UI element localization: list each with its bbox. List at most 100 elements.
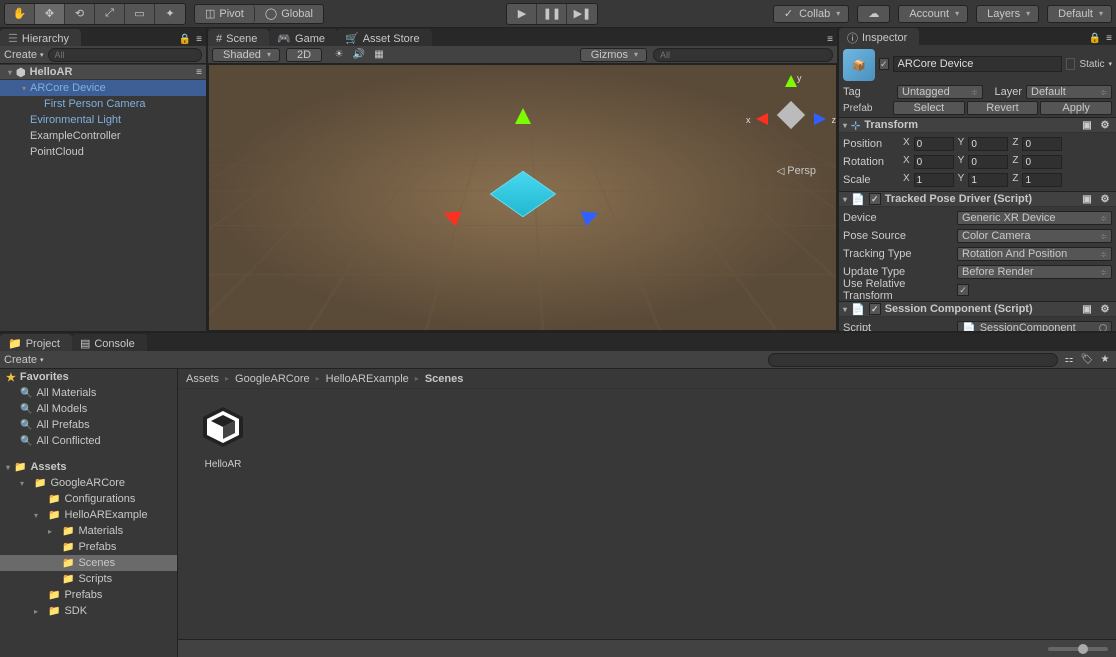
favorite-icon[interactable]: ★ <box>1098 353 1112 367</box>
tracking-type-dropdown[interactable]: Rotation And Position <box>957 247 1112 261</box>
session-component-header[interactable]: ▾ 📄 ✓ Session Component (Script) ▣ ⚙ <box>839 301 1116 317</box>
scale-y-input[interactable] <box>968 173 1008 187</box>
project-tree-item[interactable]: 📁Configurations <box>0 491 177 507</box>
play-button[interactable]: ▶ <box>507 4 537 24</box>
script-field[interactable]: 📄SessionComponent <box>957 321 1112 331</box>
hierarchy-create-dropdown[interactable]: Create <box>4 49 44 61</box>
expand-arrow[interactable]: ▸ <box>34 607 44 616</box>
transform-tool[interactable]: ✦ <box>155 4 185 24</box>
help-icon[interactable]: ▣ <box>1080 302 1094 316</box>
device-dropdown[interactable]: Generic XR Device <box>957 211 1112 225</box>
fx-icon[interactable]: ▦ <box>372 48 386 62</box>
prefab-apply-button[interactable]: Apply <box>1040 101 1112 115</box>
hierarchy-item[interactable]: First Person Camera <box>0 96 206 112</box>
object-picker-icon[interactable] <box>1099 324 1107 331</box>
scene-row[interactable]: ▾⬢HelloAR≡ <box>0 64 206 80</box>
rotation-y-input[interactable] <box>968 155 1008 169</box>
tpd-component-header[interactable]: ▾ 📄 ✓ Tracked Pose Driver (Script) ▣ ⚙ <box>839 191 1116 207</box>
orientation-gizmo[interactable]: y x z <box>756 75 826 155</box>
tab-inspector[interactable]: ⓘInspector <box>839 28 919 45</box>
step-button[interactable]: ▶❚ <box>567 4 597 24</box>
project-tree-item[interactable]: ▸📁Materials <box>0 523 177 539</box>
position-x-input[interactable] <box>914 137 954 151</box>
transform-component-header[interactable]: ▾ ⊹ Transform ▣ ⚙ <box>839 117 1116 133</box>
label-icon[interactable]: 🏷 <box>1080 353 1094 367</box>
scale-x-input[interactable] <box>914 173 954 187</box>
layers-dropdown[interactable]: Layers <box>976 5 1039 23</box>
scene-asset[interactable]: HelloAR <box>188 399 258 470</box>
scale-tool[interactable]: ⤢ <box>95 4 125 24</box>
help-icon[interactable]: ▣ <box>1080 118 1094 132</box>
inspector-context-icon[interactable]: ≡ <box>1102 31 1116 45</box>
project-tree-item[interactable]: 📁Prefabs <box>0 539 177 555</box>
scene-view[interactable]: y x z ◁ Persp <box>208 64 837 331</box>
audio-icon[interactable]: 🔊 <box>352 48 366 62</box>
favorite-item[interactable]: 🔍All Materials <box>0 385 177 401</box>
gizmo-x-cone[interactable] <box>756 113 768 125</box>
expand-arrow[interactable]: ▸ <box>48 527 58 536</box>
favorite-item[interactable]: 🔍All Prefabs <box>0 417 177 433</box>
position-z-input[interactable] <box>1022 137 1062 151</box>
session-enabled-checkbox[interactable]: ✓ <box>869 303 881 315</box>
static-checkbox[interactable] <box>1066 58 1075 70</box>
project-tree-item[interactable]: 📁Scenes <box>0 555 177 571</box>
breadcrumb-item[interactable]: Assets <box>186 373 219 385</box>
gear-icon[interactable]: ⚙ <box>1098 302 1112 316</box>
hierarchy-item[interactable]: ExampleController <box>0 128 206 144</box>
layer-dropdown[interactable]: Default <box>1026 85 1112 99</box>
hand-tool[interactable]: ✋ <box>5 4 35 24</box>
collab-dropdown[interactable]: ✓Collab <box>773 5 849 23</box>
gizmo-y-cone[interactable] <box>785 75 797 87</box>
expand-arrow[interactable]: ▾ <box>34 511 44 520</box>
move-tool[interactable]: ✥ <box>35 4 65 24</box>
favorites-header[interactable]: ★Favorites <box>0 369 177 385</box>
tab-project[interactable]: 📁Project <box>0 334 72 351</box>
scale-z-input[interactable] <box>1022 173 1062 187</box>
rect-tool[interactable]: ▭ <box>125 4 155 24</box>
pivot-toggle[interactable]: ◫Pivot <box>195 5 255 23</box>
2d-toggle[interactable]: 2D <box>286 48 322 62</box>
project-search-input[interactable] <box>768 353 1058 367</box>
gizmo-cube[interactable] <box>777 101 805 129</box>
scene-menu-icon[interactable]: ≡ <box>192 65 206 79</box>
context-menu-icon[interactable]: ≡ <box>192 32 206 46</box>
shaded-dropdown[interactable]: Shaded <box>212 48 280 62</box>
scene-context-icon[interactable]: ≡ <box>823 32 837 46</box>
tab-asset-store[interactable]: 🛒Asset Store <box>337 29 432 46</box>
gameobject-active-checkbox[interactable]: ✓ <box>879 58 889 70</box>
update-type-dropdown[interactable]: Before Render <box>957 265 1112 279</box>
hierarchy-item[interactable]: Evironmental Light <box>0 112 206 128</box>
lighting-icon[interactable]: ☀ <box>332 48 346 62</box>
rotation-x-input[interactable] <box>914 155 954 169</box>
breadcrumb-item[interactable]: Scenes <box>425 373 464 385</box>
gear-icon[interactable]: ⚙ <box>1098 118 1112 132</box>
perspective-label[interactable]: ◁ Persp <box>777 165 816 177</box>
relative-transform-checkbox[interactable]: ✓ <box>957 284 969 296</box>
gameobject-icon[interactable]: 📦 <box>843 49 875 81</box>
position-y-input[interactable] <box>968 137 1008 151</box>
cloud-button[interactable]: ☁ <box>857 5 890 23</box>
tab-hierarchy[interactable]: ☰Hierarchy <box>0 29 81 46</box>
help-icon[interactable]: ▣ <box>1080 192 1094 206</box>
lock-icon[interactable]: 🔒 <box>178 32 192 46</box>
tab-game[interactable]: 🎮Game <box>269 29 337 46</box>
scene-search-input[interactable] <box>653 48 833 62</box>
static-dropdown-icon[interactable]: ▾ <box>1108 60 1112 68</box>
hierarchy-search-input[interactable] <box>48 48 202 62</box>
project-tree-item[interactable]: ▾📁GoogleARCore <box>0 475 177 491</box>
pause-button[interactable]: ❚❚ <box>537 4 567 24</box>
tab-scene[interactable]: #Scene <box>208 29 269 46</box>
thumbnail-size-slider[interactable] <box>1048 647 1108 651</box>
tpd-enabled-checkbox[interactable]: ✓ <box>869 193 881 205</box>
breadcrumb-item[interactable]: GoogleARCore <box>235 373 310 385</box>
project-tree-item[interactable]: ▾📁HelloARExample <box>0 507 177 523</box>
expand-arrow[interactable]: ▾ <box>18 84 30 93</box>
gizmo-z-cone[interactable] <box>814 113 826 125</box>
project-tree-item[interactable]: ▸📁SDK <box>0 603 177 619</box>
project-tree-item[interactable]: 📁Scripts <box>0 571 177 587</box>
account-dropdown[interactable]: Account <box>898 5 968 23</box>
assets-root[interactable]: ▾📁Assets <box>0 459 177 475</box>
tab-console[interactable]: ▤Console <box>72 334 147 351</box>
assets-grid[interactable]: HelloAR <box>178 389 1116 639</box>
expand-arrow[interactable]: ▾ <box>20 479 30 488</box>
